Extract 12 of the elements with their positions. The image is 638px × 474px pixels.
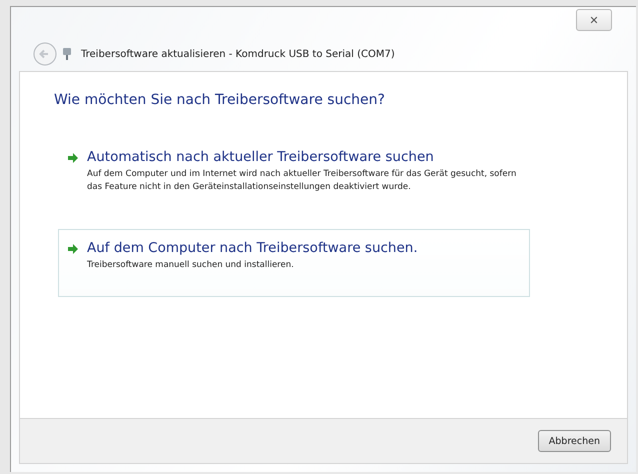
device-icon bbox=[61, 47, 73, 61]
option-title: Auf dem Computer nach Treibersoftware suchen. bbox=[87, 240, 418, 256]
window-title: Treibersoftware aktualisieren - Komdruck USB to Serial (COM7) bbox=[81, 48, 395, 60]
option-description: Auf dem Computer und im Internet wird nach aktueller Treibersoftware für das Gerät gesucht, sofern das Feature nicht in den Geräteinstallationseinstellungen deaktiviert wurde. bbox=[87, 168, 517, 194]
arrow-icon bbox=[67, 243, 79, 255]
close-button[interactable]: ✕ bbox=[576, 9, 612, 31]
cancel-button[interactable]: Abbrechen bbox=[538, 430, 611, 452]
page-heading: Wie möchten Sie nach Treibersoftware suchen? bbox=[53, 91, 386, 108]
option-description: Treibersoftware manuell suchen und installieren. bbox=[87, 259, 295, 272]
option-link[interactable]: Auf dem Computer nach Treibersoftware suchen. Treibersoftware manuell suchen und installieren. bbox=[58, 229, 530, 297]
arrow-icon bbox=[67, 152, 79, 164]
option-title: Automatisch nach aktueller Treibersoftware suchen bbox=[87, 149, 435, 165]
